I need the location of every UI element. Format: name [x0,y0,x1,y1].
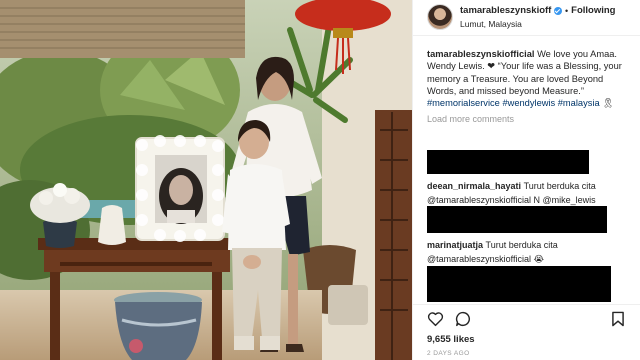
header-separator: • [565,5,569,16]
post-photo[interactable] [0,0,412,360]
comment-1-username[interactable]: deean_nirmala_hayati [427,181,521,191]
hashtag-malaysia[interactable]: #malaysia [558,98,600,108]
comment-1-line2: @tamarableszynskiofficial N @mike_lewis [427,195,596,205]
header-username-row: tamarableszynskioffici… • Following [460,4,615,17]
caption-ribbon-emoji: 🎗 [602,98,615,109]
caption-username[interactable]: tamarableszynskiofficial [427,49,534,59]
comment-1-mid: N [531,195,543,205]
load-more-comments[interactable]: Load more comments [427,114,631,124]
redacted-comment [427,206,607,233]
comment-2: marinatjuatja Turut berduka cita [427,240,558,250]
comment-2-username[interactable]: marinatjuatja [427,240,483,250]
post-header: tamarableszynskioffici… • Following Lumu… [413,0,640,36]
redacted-comment [427,150,589,174]
hashtag-wendylewis[interactable]: #wendylewis [502,98,555,108]
header-username[interactable]: tamarableszynskioffici… [460,5,552,16]
comments-area: tamarableszynskiofficial We love you Ama… [427,48,631,304]
caption: tamarableszynskiofficial We love you Ama… [427,48,631,109]
post-timestamp: 2 DAYS AGO [427,350,470,357]
post-detail-panel: tamarableszynskioffici… • Following Lumu… [412,0,640,360]
post-actions: 9,655 likes 2 DAYS AGO [413,304,640,360]
comment-2-mention[interactable]: @tamarableszynskiofficial [427,254,531,264]
heart-icon[interactable] [427,311,444,327]
bookmark-icon[interactable] [611,311,625,327]
hashtag-memorialservice[interactable]: #memorialservice [427,98,500,108]
comment-2-emoji: 😭 [531,254,545,264]
comment-icon[interactable] [455,311,472,327]
comment-1-text: Turut berduka cita [523,181,596,191]
avatar[interactable] [427,4,453,30]
comment-1-mention-1[interactable]: @tamarableszynskiofficial [427,195,531,205]
comment-2-text: Turut berduka cita [485,240,558,250]
comment-2-line2: @tamarableszynskiofficial 😭 [427,254,544,265]
verified-badge-icon [554,6,562,15]
redacted-comment [427,266,611,302]
location-link[interactable]: Lumut, Malaysia [460,19,522,29]
likes-count[interactable]: 9,655 likes [427,334,475,345]
comment-1-mention-2[interactable]: @mike_lewis [543,195,596,205]
following-button[interactable]: Following [571,5,615,16]
memorial-photo-illustration [0,0,412,360]
comment-1: deean_nirmala_hayati Turut berduka cita [427,181,596,191]
